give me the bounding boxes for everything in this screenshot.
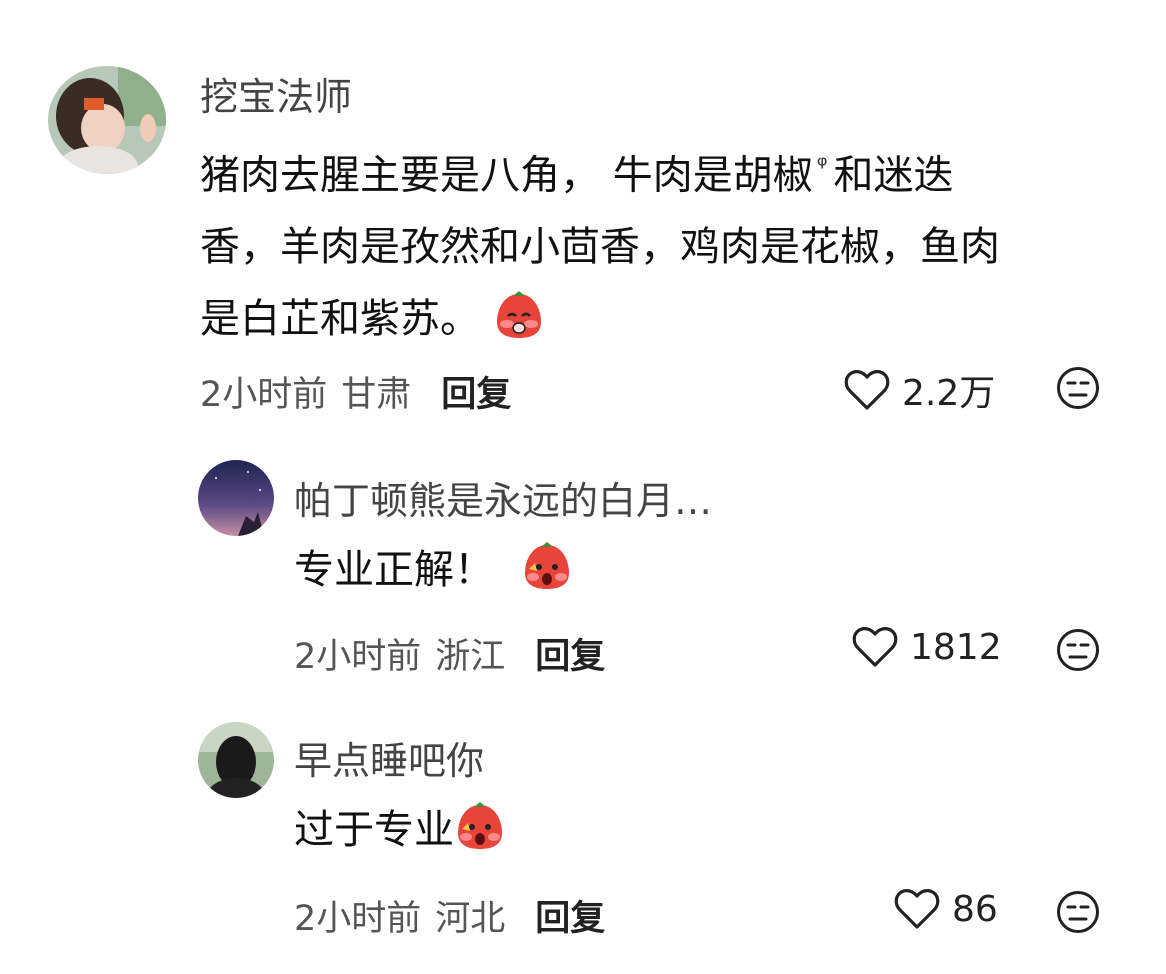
dislike-button[interactable] <box>1056 628 1100 676</box>
location: 甘肃 <box>341 375 412 415</box>
location: 河北 <box>435 899 506 939</box>
blushing-emoji-icon <box>493 290 545 363</box>
comment-text: 专业正解！ <box>294 534 573 614</box>
comment-text-line: 是白芷和紫苏。 <box>200 296 480 343</box>
dislike-button[interactable] <box>1056 366 1100 414</box>
like-button[interactable]: 1812 <box>852 626 1002 668</box>
heart-icon <box>844 370 890 410</box>
comment-text-line: 和迷迭 <box>833 152 954 199</box>
comment-text: 过于专业 <box>294 794 506 874</box>
comment-meta: 2小时前 甘肃 回复 <box>200 366 511 417</box>
comment-meta: 2小时前 浙江 回复 <box>294 628 605 679</box>
surprised-emoji-icon <box>454 801 506 874</box>
like-count: 1812 <box>910 626 1002 668</box>
neutral-face-icon <box>1057 891 1099 933</box>
dislike-button[interactable] <box>1056 890 1100 938</box>
heart-icon <box>852 627 898 667</box>
comment-text: 猪肉去腥主要是八角， 牛肉是胡椒 ᵠ 和迷迭 香，羊肉是孜然和小茴香，鸡肉是花椒，鱼… <box>200 130 1130 363</box>
timestamp: 2小时前 <box>200 375 328 415</box>
avatar[interactable] <box>48 66 166 174</box>
avatar[interactable] <box>198 460 274 536</box>
avatar[interactable] <box>198 722 274 798</box>
reply-button[interactable]: 回复 <box>535 628 605 679</box>
username[interactable]: 早点睡吧你 <box>294 730 484 785</box>
search-icon[interactable]: ᵠ <box>817 151 828 181</box>
comment-text-line: 香，羊肉是孜然和小茴香，鸡肉是花椒，鱼肉 <box>200 224 1000 271</box>
heart-icon <box>894 889 940 929</box>
username[interactable]: 帕丁顿熊是永远的白月… <box>294 470 712 525</box>
username[interactable]: 挖宝法师 <box>200 66 352 121</box>
comment-text-line: 过于专业 <box>294 807 454 853</box>
reply-button[interactable]: 回复 <box>441 366 511 417</box>
comment-meta: 2小时前 河北 回复 <box>294 890 605 941</box>
comment-text-line: 猪肉去腥主要是八角， 牛肉是胡椒 <box>200 152 813 199</box>
timestamp: 2小时前 <box>294 637 422 677</box>
location: 浙江 <box>435 637 506 677</box>
neutral-face-icon <box>1057 629 1099 671</box>
like-count: 86 <box>952 888 998 930</box>
neutral-face-icon <box>1057 367 1099 409</box>
comment-text-line: 专业正解！ <box>294 547 494 593</box>
timestamp: 2小时前 <box>294 899 422 939</box>
like-button[interactable]: 86 <box>894 888 998 930</box>
surprised-emoji-icon <box>521 541 573 614</box>
reply-button[interactable]: 回复 <box>535 890 605 941</box>
like-button[interactable]: 2.2万 <box>844 364 995 416</box>
like-count: 2.2万 <box>902 373 996 414</box>
